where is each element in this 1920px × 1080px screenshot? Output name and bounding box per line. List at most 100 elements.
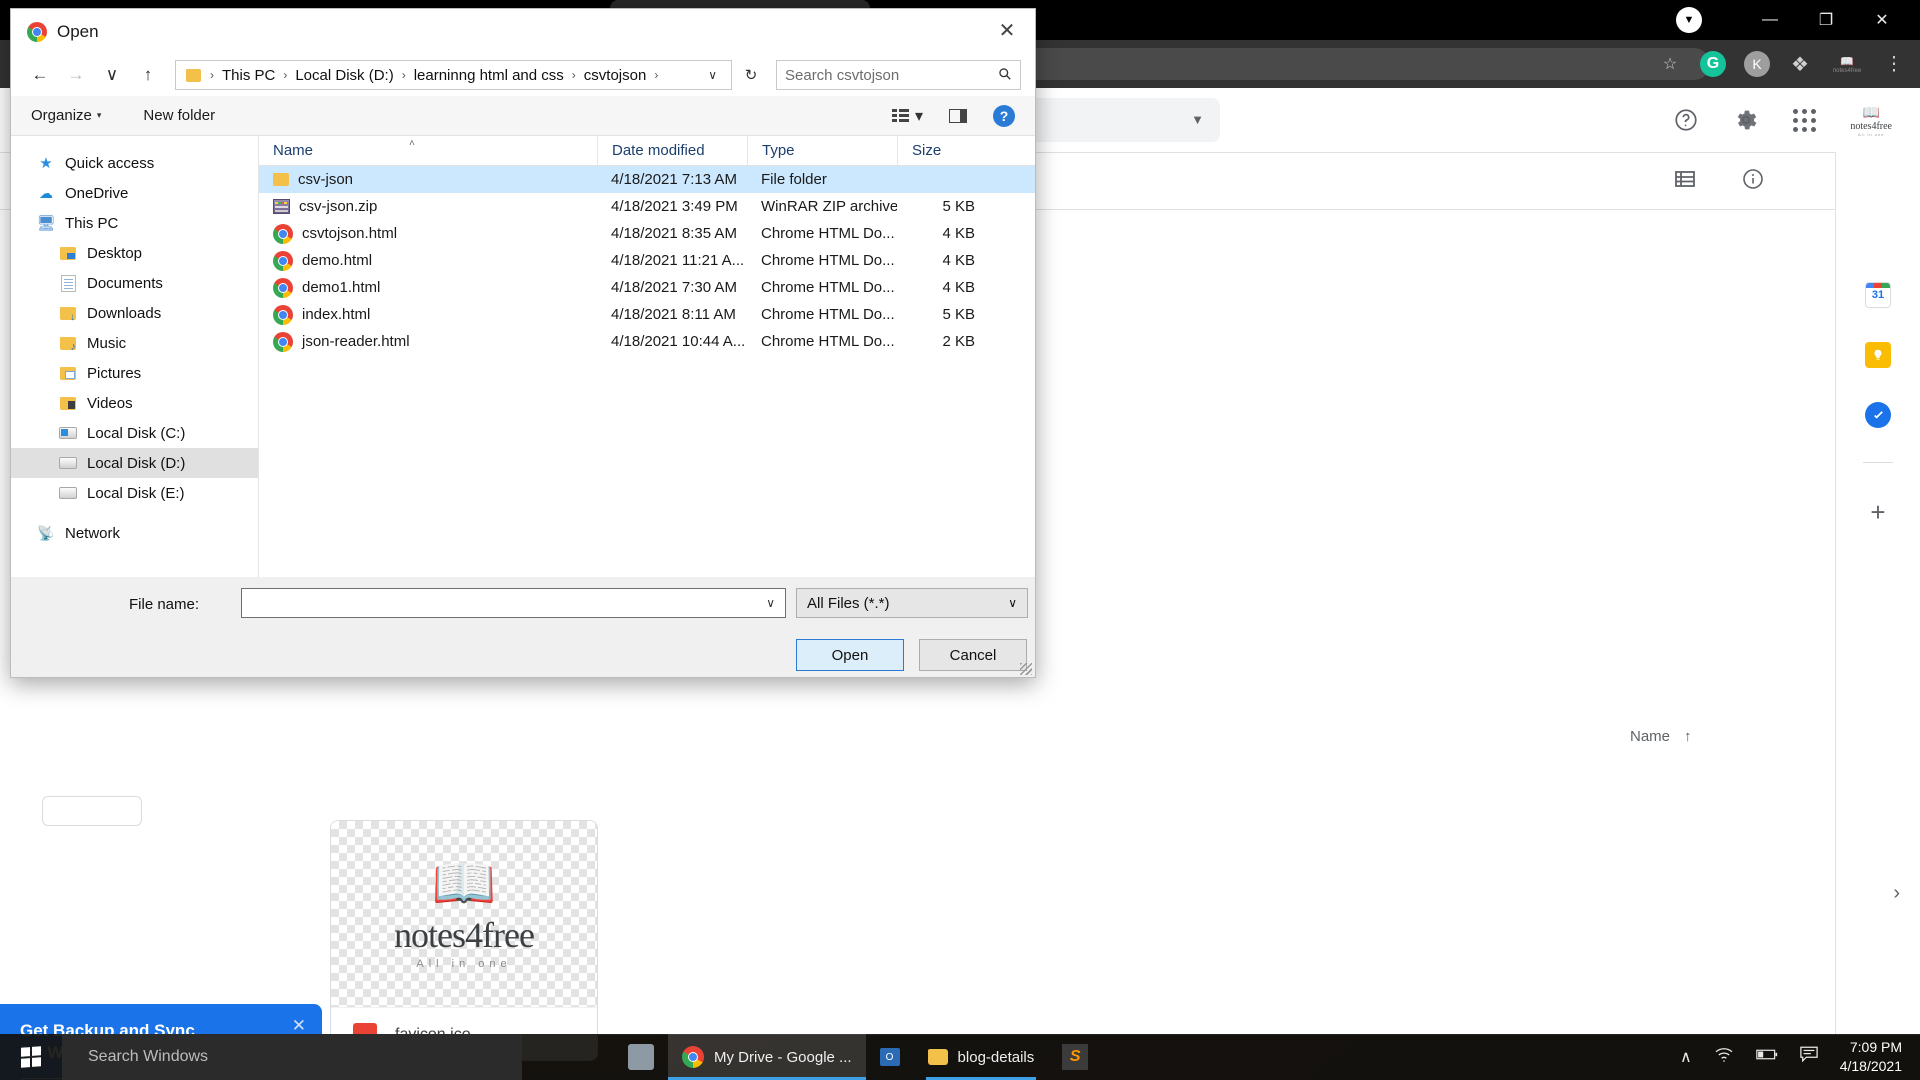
close-icon[interactable]: ✕ xyxy=(979,9,1035,51)
column-header-type[interactable]: Type xyxy=(747,135,897,166)
table-row[interactable]: csv-json.zip 4/18/2021 3:49 PM WinRAR ZI… xyxy=(259,193,1035,220)
notes4free-extension-icon[interactable]: 📖 notes4free xyxy=(1830,49,1864,79)
rail-expand-chevron-icon[interactable]: › xyxy=(1893,882,1900,905)
windows-start-icon[interactable] xyxy=(0,1034,62,1080)
profile-avatar[interactable]: K xyxy=(1744,51,1770,77)
this-pc-icon: 🖥 xyxy=(36,215,56,232)
forward-button[interactable]: → xyxy=(61,60,91,90)
add-addon-plus-icon[interactable]: + xyxy=(1870,497,1885,528)
taskbar-item-chrome[interactable]: My Drive - Google ... xyxy=(668,1034,866,1080)
sidebar-item-desktop[interactable]: Desktop xyxy=(11,238,258,268)
sidebar-item-pictures[interactable]: Pictures xyxy=(11,358,258,388)
preview-pane-icon[interactable] xyxy=(949,108,967,123)
change-view-button[interactable]: ▾ xyxy=(891,106,923,126)
thumbnail-tagline: All in one xyxy=(416,958,512,970)
google-tasks-icon[interactable] xyxy=(1865,402,1891,428)
details-info-icon[interactable] xyxy=(1741,167,1765,196)
battery-icon[interactable] xyxy=(1755,1048,1778,1066)
drive-file-card[interactable]: 📖 notes4free All in one favicon.ico xyxy=(330,820,598,1061)
breadcrumb-item-csvtojson[interactable]: csvtojson xyxy=(582,67,649,84)
navigation-pane: ★ Quick access ☁ OneDrive 🖥 This PC Desk… xyxy=(11,136,259,577)
taskbar-item-outlook[interactable]: O xyxy=(866,1034,914,1080)
sidebar-item-this-pc[interactable]: 🖥 This PC xyxy=(11,208,258,238)
file-type-filter-select[interactable]: All Files (*.*) ∨ xyxy=(796,588,1028,618)
tab-search-caret-icon[interactable]: ▼ xyxy=(1676,7,1702,33)
breadcrumb-item-learninng-html-and-css[interactable]: learninng html and css xyxy=(412,67,566,84)
table-row[interactable]: demo.html 4/18/2021 11:21 A... Chrome HT… xyxy=(259,247,1035,274)
sidebar-item-videos[interactable]: Videos xyxy=(11,388,258,418)
list-view-icon[interactable] xyxy=(1673,167,1697,196)
chevron-down-icon: ▾ xyxy=(914,107,923,125)
search-options-caret-icon[interactable]: ▼ xyxy=(1191,112,1204,127)
sort-by-name-control[interactable]: Name ↑ xyxy=(1630,728,1692,745)
help-icon[interactable] xyxy=(1673,107,1699,133)
sort-ascending-icon: ˄ xyxy=(409,137,415,149)
sidebar-item-quick-access[interactable]: ★ Quick access xyxy=(11,148,258,178)
settings-gear-icon[interactable] xyxy=(1733,107,1759,133)
thumbnail-title: notes4free xyxy=(394,915,535,955)
taskbar-item-monitor-app[interactable] xyxy=(614,1034,668,1080)
chevron-down-icon[interactable]: ∨ xyxy=(766,596,785,610)
organize-menu-button[interactable]: Organize ▾ xyxy=(31,107,101,124)
google-keep-icon[interactable] xyxy=(1865,342,1891,368)
file-type-cell: Chrome HTML Do... xyxy=(761,306,895,323)
close-window-button[interactable]: ✕ xyxy=(1854,0,1910,40)
table-row[interactable]: json-reader.html 4/18/2021 10:44 A... Ch… xyxy=(259,328,1035,355)
column-header-date-modified[interactable]: Date modified xyxy=(597,135,747,166)
taskbar-item-blog-details[interactable]: blog-details xyxy=(914,1034,1049,1080)
action-center-icon[interactable] xyxy=(1799,1046,1818,1068)
maximize-button[interactable]: ❐ xyxy=(1798,0,1854,40)
help-icon[interactable]: ? xyxy=(993,104,1015,127)
google-apps-grid-icon[interactable] xyxy=(1793,108,1817,132)
refresh-button[interactable]: ↻ xyxy=(738,60,764,90)
taskbar-search-input[interactable]: Search Windows xyxy=(62,1034,522,1080)
extensions-puzzle-icon[interactable]: ❖ xyxy=(1788,52,1812,76)
breadcrumb-item-this-pc[interactable]: This PC xyxy=(220,67,277,84)
sidebar-item-local-disk-d[interactable]: Local Disk (D:) xyxy=(11,448,258,478)
sidebar-item-downloads[interactable]: Downloads xyxy=(11,298,258,328)
sidebar-item-music[interactable]: Music xyxy=(11,328,258,358)
column-header-size[interactable]: Size xyxy=(897,135,997,166)
bookmark-star-icon[interactable]: ☆ xyxy=(1658,52,1682,76)
sidebar-item-local-disk-c[interactable]: Local Disk (C:) xyxy=(11,418,258,448)
breadcrumb-item-local-disk-d[interactable]: Local Disk (D:) xyxy=(293,67,395,84)
recent-locations-caret-icon[interactable]: ∨ xyxy=(97,60,127,90)
breadcrumb-dropdown-caret-icon[interactable]: ∨ xyxy=(708,68,725,82)
chrome-menu-kebab-icon[interactable]: ⋮ xyxy=(1882,52,1906,76)
table-row[interactable]: demo1.html 4/18/2021 7:30 AM Chrome HTML… xyxy=(259,274,1035,301)
file-name: index.html xyxy=(302,306,371,323)
sidebar-item-onedrive[interactable]: ☁ OneDrive xyxy=(11,178,258,208)
taskbar-items: My Drive - Google ... O blog-details S xyxy=(614,1034,1102,1080)
quick-access-star-icon: ★ xyxy=(39,155,53,172)
sidebar-item-local-disk-e[interactable]: Local Disk (E:) xyxy=(11,478,258,508)
close-icon[interactable]: ✕ xyxy=(292,1016,306,1036)
taskbar-item-sublime-text[interactable]: S xyxy=(1048,1034,1102,1080)
back-button[interactable]: ← xyxy=(25,60,55,90)
cancel-button[interactable]: Cancel xyxy=(919,639,1027,671)
desktop-folder-icon xyxy=(59,244,77,262)
dialog-title-bar[interactable]: Open ✕ xyxy=(11,9,1035,54)
grammarly-extension-icon[interactable]: G xyxy=(1700,51,1726,77)
table-row[interactable]: csvtojson.html 4/18/2021 8:35 AM Chrome … xyxy=(259,220,1035,247)
google-calendar-icon[interactable]: 31 xyxy=(1865,282,1891,308)
up-one-level-button[interactable]: ↑ xyxy=(133,60,163,90)
notes4free-account-logo[interactable]: 📖 notes4free All in one xyxy=(1850,104,1892,137)
file-name-input[interactable]: ∨ xyxy=(241,588,786,618)
minimize-button[interactable]: — xyxy=(1742,0,1798,40)
breadcrumb[interactable]: › This PC › Local Disk (D:) › learninng … xyxy=(175,60,732,90)
dialog-resize-handle[interactable] xyxy=(1020,663,1032,675)
column-header-name[interactable]: Name ˄ xyxy=(259,136,597,166)
table-row[interactable]: index.html 4/18/2021 8:11 AM Chrome HTML… xyxy=(259,301,1035,328)
file-type-cell: Chrome HTML Do... xyxy=(761,225,895,242)
taskbar-clock[interactable]: 7:09 PM 4/18/2021 xyxy=(1840,1038,1902,1076)
show-hidden-icons-chevron[interactable]: ∧ xyxy=(1680,1047,1692,1067)
search-input[interactable]: Search csvtojson xyxy=(776,60,1021,90)
open-button[interactable]: Open xyxy=(796,639,904,671)
taskbar-item-label: blog-details xyxy=(957,1048,1035,1066)
sidebar-item-documents[interactable]: Documents xyxy=(11,268,258,298)
new-folder-button[interactable]: New folder xyxy=(143,107,215,124)
wifi-icon[interactable] xyxy=(1714,1047,1734,1068)
sidebar-item-network[interactable]: 📡 Network xyxy=(11,518,258,548)
table-row[interactable]: csv-json 4/18/2021 7:13 AM File folder xyxy=(259,166,1035,193)
file-open-dialog: Open ✕ ← → ∨ ↑ › This PC › Local Disk (D… xyxy=(10,8,1036,678)
